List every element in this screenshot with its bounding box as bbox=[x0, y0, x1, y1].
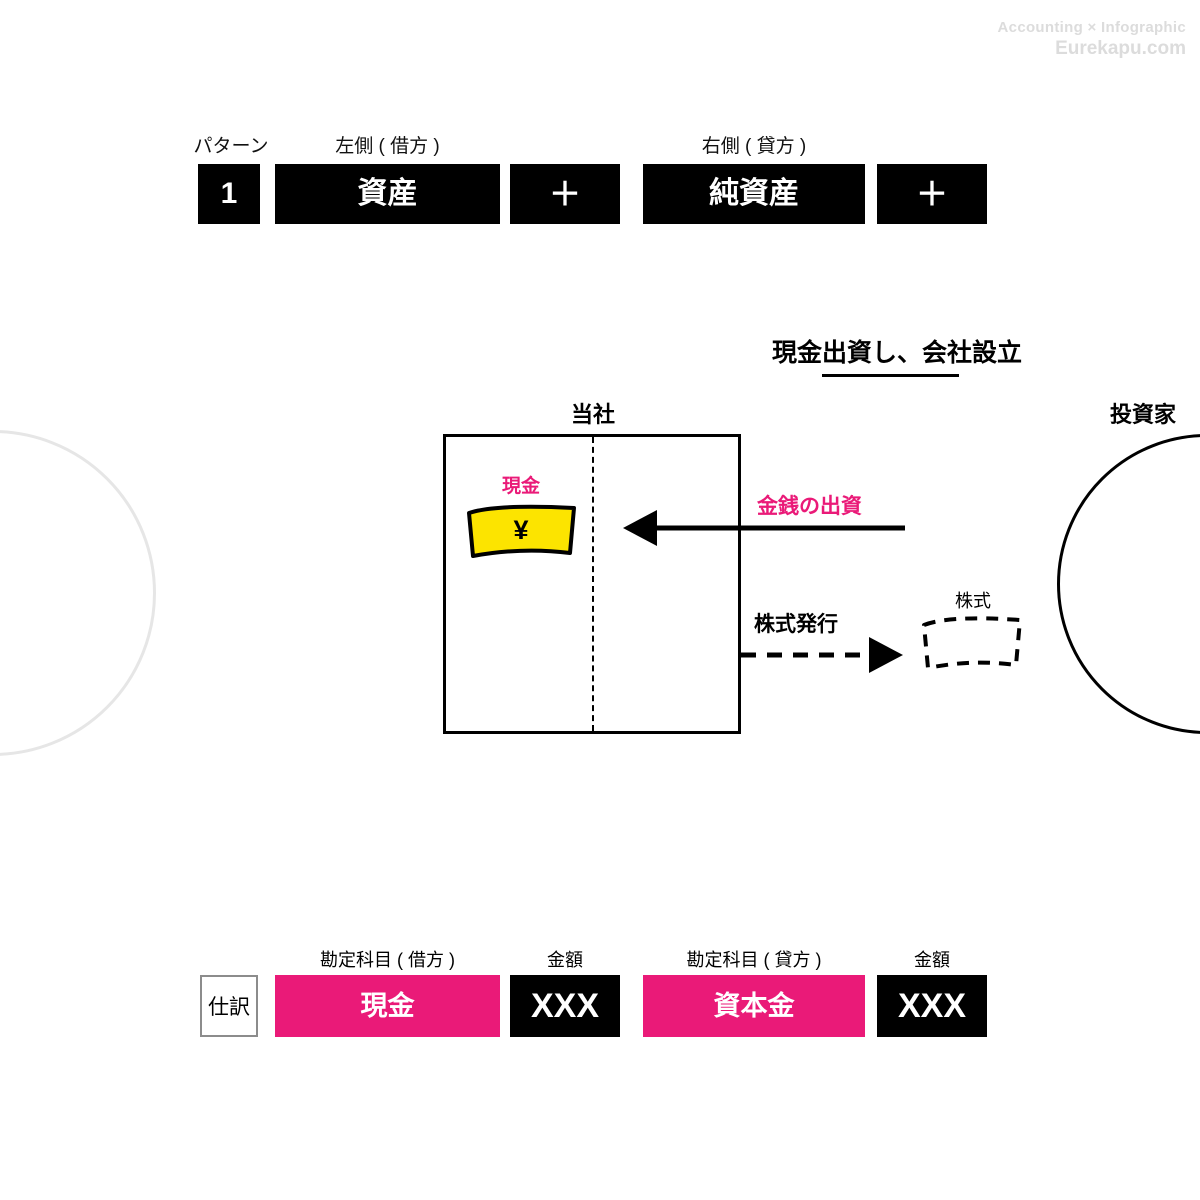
watermark-tagline: Accounting × Infographic bbox=[997, 19, 1186, 36]
money-flow-arrow-icon bbox=[623, 510, 905, 546]
journal-credit-account-value: 資本金 bbox=[643, 975, 865, 1037]
journal-debit-amount-header: 金額 bbox=[547, 950, 583, 970]
watermark: Accounting × Infographic Eurekapu.com bbox=[998, 18, 1186, 60]
section-title: 現金出資し、会社設立 bbox=[772, 339, 1023, 367]
pattern-label: パターン bbox=[193, 136, 269, 157]
pattern-number-box: 1 bbox=[198, 164, 260, 224]
company-label: 当社 bbox=[570, 402, 615, 427]
yen-symbol: ¥ bbox=[513, 515, 528, 545]
plus-sign-box-credit: ＋ bbox=[877, 164, 987, 224]
journal-debit-amount-value: XXX bbox=[510, 975, 620, 1037]
journal-credit-amount-header: 金額 bbox=[914, 950, 950, 970]
stock-certificate-icon bbox=[922, 616, 1022, 670]
investor-circle bbox=[1057, 434, 1200, 734]
credit-side-header: 右側 ( 貸方 ) bbox=[701, 136, 807, 157]
plus-sign-box-debit: ＋ bbox=[510, 164, 620, 224]
cash-label: 現金 bbox=[501, 476, 540, 497]
journal-credit-amount-value: XXX bbox=[877, 975, 987, 1037]
debit-side-header: 左側 ( 借方 ) bbox=[335, 136, 440, 157]
journal-credit-account-header: 勘定科目 ( 貸方 ) bbox=[686, 950, 822, 970]
company-box-divider bbox=[592, 437, 594, 731]
investor-label: 投資家 bbox=[1110, 402, 1177, 427]
watermark-site: Eurekapu.com bbox=[1055, 38, 1186, 59]
infographic-canvas: Accounting × Infographic Eurekapu.com パタ… bbox=[0, 0, 1200, 1200]
section-title-underline bbox=[822, 374, 959, 377]
decorative-circle-left bbox=[0, 430, 156, 756]
cash-banknote-icon: ¥ bbox=[467, 504, 576, 558]
journal-debit-account-header: 勘定科目 ( 借方 ) bbox=[320, 950, 455, 970]
stock-flow-arrow-icon bbox=[741, 637, 903, 673]
stock-label: 株式 bbox=[955, 591, 991, 611]
assets-box: 資産 bbox=[275, 164, 500, 224]
journal-entry-row-label: 仕訳 bbox=[200, 975, 258, 1037]
journal-debit-account-value: 現金 bbox=[275, 975, 500, 1037]
net-assets-box: 純資産 bbox=[643, 164, 865, 224]
